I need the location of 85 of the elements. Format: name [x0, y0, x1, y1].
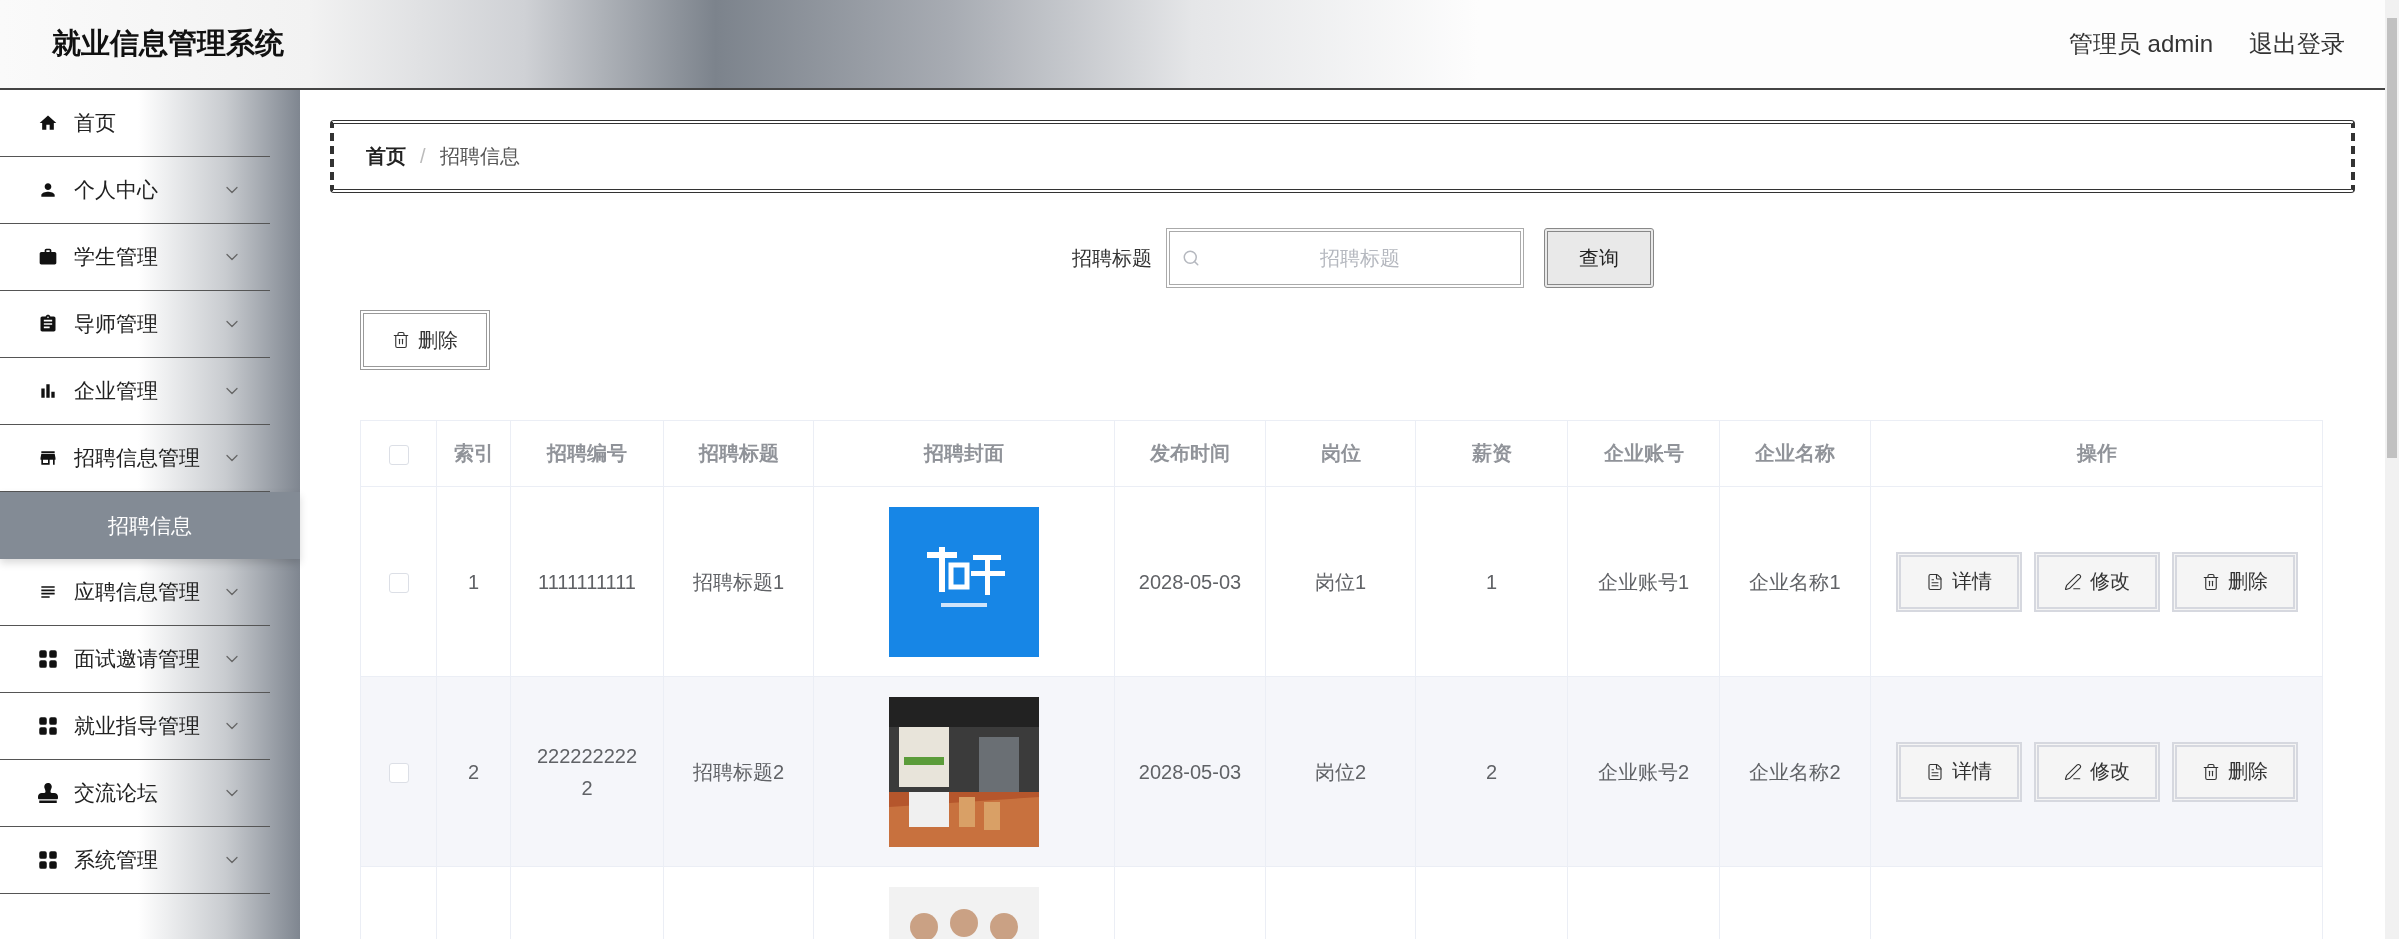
menu-label: 个人中心 [74, 177, 159, 203]
menu-item[interactable]: 应聘信息管理 [0, 559, 270, 626]
search-field[interactable]: 招聘标题 [1165, 228, 1524, 288]
grid-icon [38, 649, 58, 669]
scrollbar[interactable] [2385, 0, 2399, 939]
store-icon [38, 448, 58, 468]
search-icon [1181, 249, 1200, 267]
delete-button[interactable]: 删除 [2171, 551, 2298, 612]
search-label: 招聘标题 [1071, 245, 1152, 271]
checkbox[interactable] [388, 573, 409, 594]
table-cell: 企业名称1 [1749, 570, 1841, 593]
column-header: 企业账号 [1567, 420, 1720, 487]
column-header: 招聘封面 [813, 420, 1115, 487]
menu-item[interactable]: 就业指导管理 [0, 693, 270, 760]
column-header: 招聘标题 [663, 420, 814, 487]
table-cell: 招聘标题2 [692, 760, 785, 783]
menu-label: 应聘信息管理 [74, 579, 201, 605]
delete-button[interactable]: 删除 [2171, 741, 2298, 802]
pen-icon [2063, 762, 2082, 781]
document-icon [1925, 572, 1944, 591]
column-header: 招聘编号 [510, 420, 664, 487]
menu-item[interactable]: 系统管理 [0, 827, 270, 894]
table-cell: 2028-05-03 [1138, 760, 1242, 783]
table-cell: 企业账号1 [1597, 570, 1690, 593]
menu-label: 企业管理 [74, 378, 159, 404]
table-cell: 2 [467, 760, 480, 783]
menu-item[interactable]: 学生管理 [0, 224, 270, 291]
table-cell: 企业名称2 [1749, 760, 1841, 783]
app-title: 就业信息管理系统 [52, 26, 284, 61]
table-cell: 2 [1485, 760, 1498, 783]
menu-item[interactable]: 面试邀请管理 [0, 626, 270, 693]
column-header: 薪资 [1415, 420, 1568, 487]
pen-icon [2063, 572, 2082, 591]
user-label: 管理员 admin [2068, 29, 2213, 59]
grid-icon [38, 716, 58, 736]
column-header: 操作 [1870, 420, 2323, 487]
menu-label: 首页 [74, 110, 117, 136]
menu-item[interactable]: 个人中心 [0, 157, 270, 224]
checkbox[interactable] [388, 763, 409, 784]
table-cell: 1 [467, 570, 480, 593]
menu-label: 招聘信息管理 [74, 445, 201, 471]
menu-label: 系统管理 [74, 847, 159, 873]
column-header: 发布时间 [1114, 420, 1266, 487]
delete-button[interactable]: 删除 [360, 310, 490, 370]
table-cell: 企业账号2 [1597, 760, 1690, 783]
breadcrumb-item: 招聘信息 [439, 144, 520, 169]
breadcrumb-item[interactable]: 首页 [366, 143, 406, 170]
scrollbar-thumb[interactable] [2387, 18, 2397, 458]
grid-icon [38, 850, 58, 870]
detail-button[interactable]: 详情 [1895, 551, 2022, 612]
briefcase-icon [38, 247, 58, 267]
table-cell: 岗位2 [1314, 760, 1367, 783]
column-header: 岗位 [1265, 420, 1416, 487]
menu-label: 学生管理 [74, 244, 159, 270]
home-icon [38, 113, 58, 133]
logout-link[interactable]: 退出登录 [2249, 28, 2345, 60]
menu-label: 就业指导管理 [74, 713, 201, 739]
edit-button[interactable]: 修改 [2033, 551, 2160, 612]
breadcrumb-separator: / [420, 145, 426, 168]
column-header: 索引 [436, 420, 511, 487]
menu-item[interactable]: 导师管理 [0, 291, 270, 358]
menu-label: 交流论坛 [74, 780, 159, 806]
bar-chart-icon [38, 381, 58, 401]
clipboard-icon [38, 314, 58, 334]
menu-label: 面试邀请管理 [74, 646, 201, 672]
trash-icon [2201, 572, 2220, 591]
column-header: 企业名称 [1719, 420, 1871, 487]
detail-button[interactable]: 详情 [1895, 741, 2022, 802]
document-icon [1925, 762, 1944, 781]
menu-label: 导师管理 [74, 311, 159, 337]
stamp-icon [38, 783, 58, 803]
edit-button[interactable]: 修改 [2033, 741, 2160, 802]
menu-item[interactable]: 企业管理 [0, 358, 270, 425]
table-cell: 岗位1 [1314, 570, 1367, 593]
table-cell: 招聘标题1 [692, 570, 785, 593]
menu-item[interactable]: 交流论坛 [0, 760, 270, 827]
table-cell: 2028-05-03 [1138, 570, 1242, 593]
table-cell-text: 1111111111 [538, 569, 636, 595]
table-cell: 1 [1485, 570, 1498, 593]
table-cell-text: 2222222222 [535, 743, 639, 801]
trash-icon [392, 331, 410, 349]
checkbox[interactable] [388, 444, 409, 465]
menu-item[interactable]: 首页 [0, 90, 270, 157]
query-button[interactable]: 查询 [1543, 228, 1654, 288]
trash-icon [2201, 762, 2220, 781]
